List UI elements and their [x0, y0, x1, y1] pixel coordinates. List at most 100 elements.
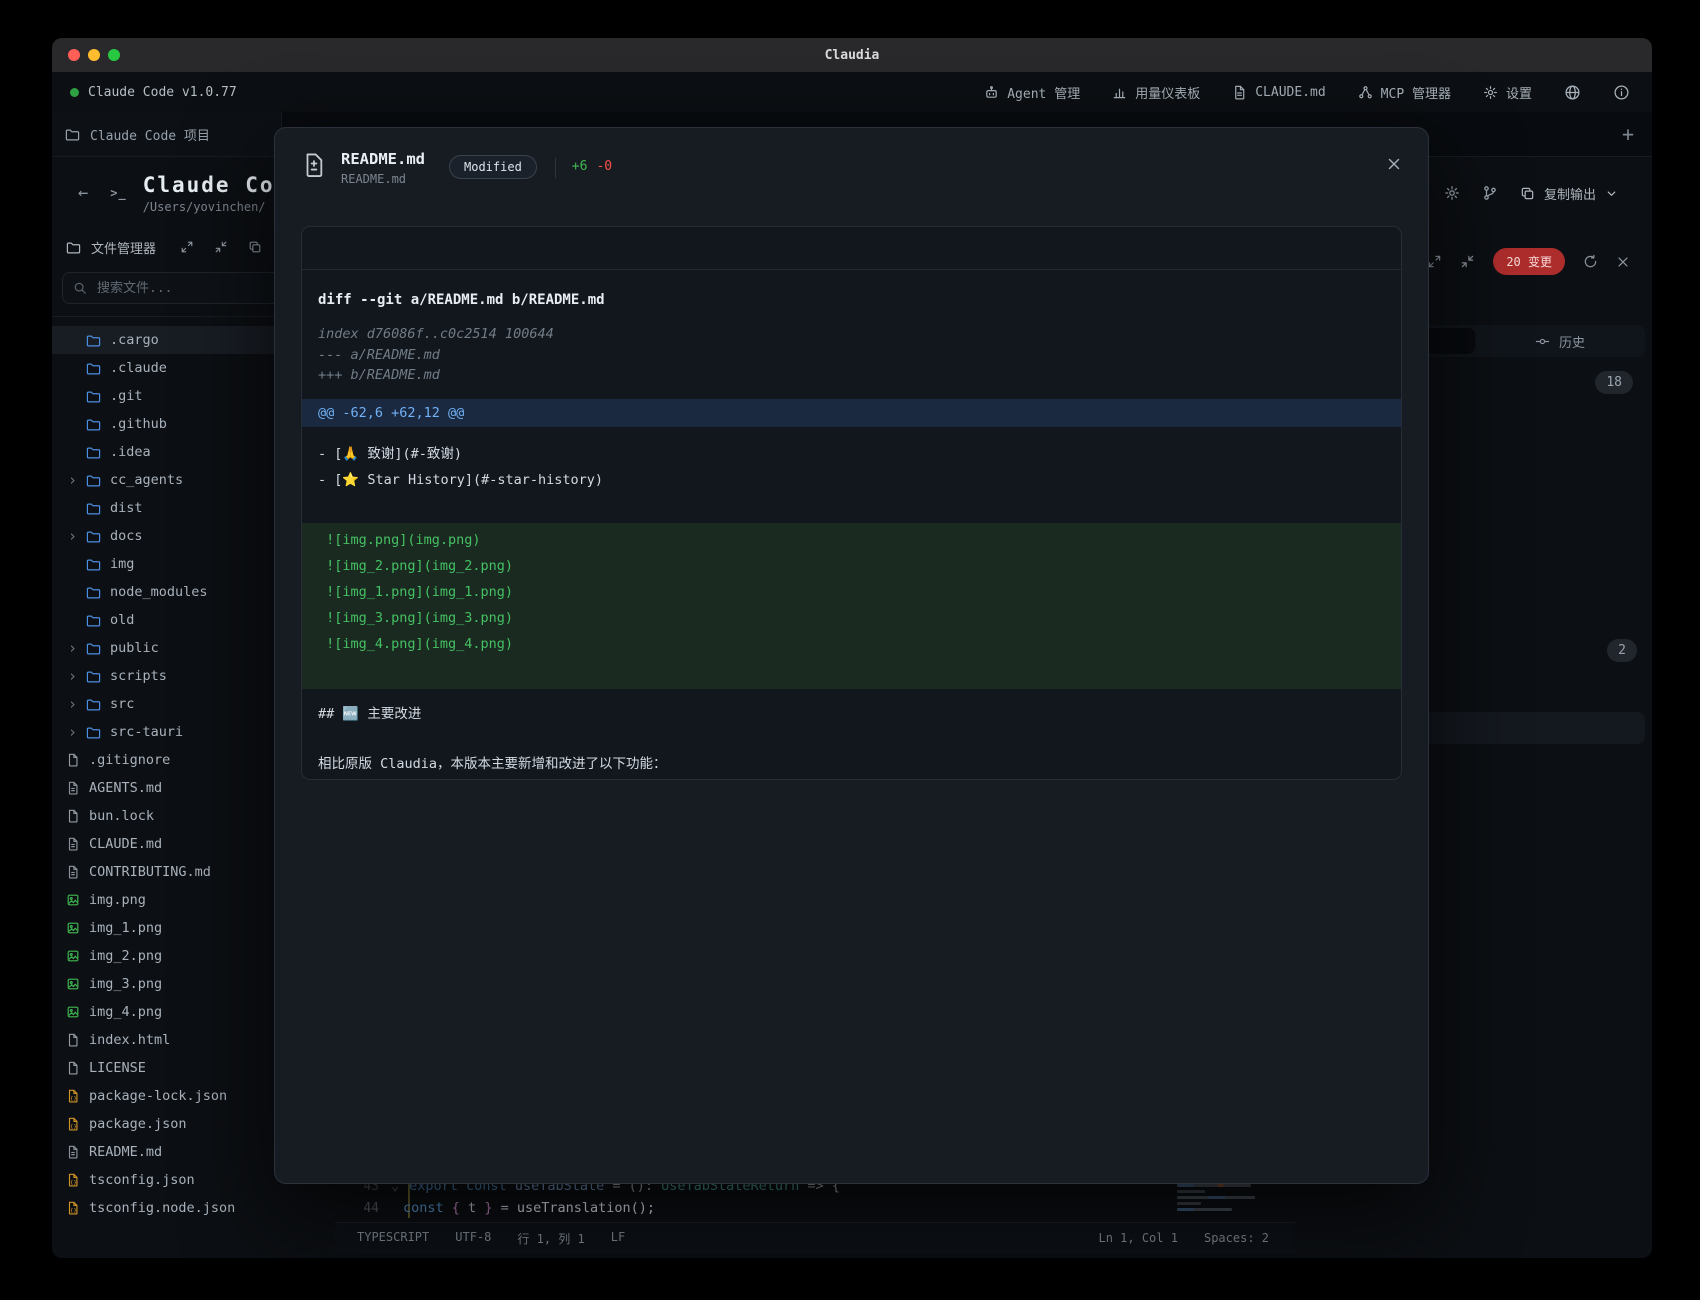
tree-item-label: package.json: [89, 1116, 187, 1132]
tree-item-label: node_modules: [110, 584, 208, 600]
tree-item-label: AGENTS.md: [89, 780, 162, 796]
folder-icon: [86, 361, 101, 376]
chevron-right-icon: ›: [68, 639, 86, 657]
menu-item-label: 设置: [1506, 83, 1532, 102]
traffic-lights: [68, 49, 120, 61]
tree-item-label: .github: [110, 416, 167, 432]
cursor-position-cn: 行 1, 列 1: [517, 1230, 584, 1247]
new-tab-button[interactable]: +: [1622, 124, 1634, 144]
tree-item-label: docs: [110, 528, 143, 544]
file-icon: [66, 1033, 80, 1047]
item-count-badge: 2: [1607, 639, 1637, 662]
folder-icon: [86, 641, 101, 656]
folder-icon: [65, 127, 80, 142]
expand-icon[interactable]: [1427, 254, 1442, 269]
diff-modal: README.md README.md Modified +6 -0 diff …: [274, 127, 1429, 1184]
minimize-window-button[interactable]: [88, 49, 100, 61]
tree-item-label: img.png: [89, 892, 146, 908]
diff-modal-header: README.md README.md Modified +6 -0: [275, 128, 1428, 186]
gear-icon[interactable]: [1444, 185, 1460, 201]
tree-item-label: LICENSE: [89, 1060, 146, 1076]
markdown-file-icon: [66, 1145, 80, 1159]
folder-icon: [86, 473, 101, 488]
image-file-icon: [66, 893, 80, 907]
folder-icon: [86, 529, 101, 544]
refresh-icon[interactable]: [1583, 254, 1598, 269]
menu-item-label: Agent 管理: [1007, 83, 1080, 102]
menu-item-mcp-manager[interactable]: MCP 管理器: [1358, 83, 1451, 102]
copy-output-button[interactable]: 复制输出: [1520, 184, 1618, 203]
divider: [555, 158, 556, 178]
tab-label: Claude Code 项目: [90, 125, 210, 144]
tab-claude-code-project[interactable]: Claude Code 项目: [52, 112, 282, 156]
file-icon: [66, 809, 80, 823]
code-token: }: [476, 1200, 492, 1216]
diff-context-line: - [🙏 致谢](#-致谢): [318, 441, 1385, 467]
eol-indicator: LF: [611, 1230, 625, 1247]
menu-item-label: 用量仪表板: [1135, 83, 1200, 102]
json-file-icon: {}: [66, 1089, 80, 1103]
close-icon[interactable]: [1616, 255, 1630, 269]
tree-item-label: .idea: [110, 444, 151, 460]
diff-hunk-header: @@ -62,6 +62,12 @@: [302, 399, 1401, 427]
tree-item-label: .gitignore: [89, 752, 170, 768]
additions-count: +6: [572, 159, 588, 174]
markdown-file-icon: [66, 781, 80, 795]
code-token: const: [403, 1200, 452, 1216]
statusbar-left: TYPESCRIPT UTF-8 行 1, 列 1 LF: [335, 1230, 625, 1247]
menu-item-usage-dashboard[interactable]: 用量仪表板: [1112, 83, 1200, 102]
diff-after-line: ## 🆕 主要改进: [318, 701, 1385, 727]
menu-item-label: MCP 管理器: [1381, 83, 1451, 102]
tree-item-label: package-lock.json: [89, 1088, 227, 1104]
diff-added-line: ![img_3.png](img_3.png): [318, 605, 1385, 631]
tree-item-label: img_2.png: [89, 948, 162, 964]
collapse-icon[interactable]: [214, 240, 228, 254]
json-file-icon: {}: [66, 1201, 80, 1215]
menu-item-claude-md[interactable]: CLAUDE.md: [1232, 85, 1325, 100]
zoom-window-button[interactable]: [108, 49, 120, 61]
document-icon: [1232, 85, 1247, 100]
expand-icon[interactable]: [180, 240, 194, 254]
copy-icon[interactable]: [248, 240, 262, 254]
changes-count-badge[interactable]: 20 变更: [1493, 248, 1565, 275]
diff-added-line: ![img_1.png](img_1.png): [318, 579, 1385, 605]
tree-item-label: CLAUDE.md: [89, 836, 162, 852]
indentation-setting: Spaces: 2: [1204, 1231, 1269, 1245]
app-version: Claude Code v1.0.77: [70, 85, 237, 100]
modified-badge: Modified: [449, 155, 537, 179]
chevron-right-icon: ›: [68, 667, 86, 685]
markdown-file-icon: [66, 865, 80, 879]
menu-item-agents[interactable]: Agent 管理: [984, 83, 1080, 102]
diff-added-line: ![img.png](img.png): [318, 527, 1385, 553]
tree-item-label: dist: [110, 500, 143, 516]
diff-after: ## 🆕 主要改进相比原版 Claudia，本版本主要新增和改进了以下功能：: [318, 701, 1385, 777]
svg-text:{}: {}: [70, 1208, 77, 1214]
chevron-right-icon: ›: [68, 723, 86, 741]
globe-icon[interactable]: [1564, 84, 1581, 101]
tree-file-row[interactable]: {}tsconfig.node.json: [52, 1194, 335, 1222]
info-icon[interactable]: [1613, 84, 1630, 101]
tab-history[interactable]: 历史: [1475, 332, 1645, 351]
diff-added-empty-line: [318, 657, 1385, 683]
image-file-icon: [66, 1005, 80, 1019]
tree-item-label: index.html: [89, 1032, 170, 1048]
project-header-actions: 复制输出: [1444, 184, 1618, 203]
diff-context-line: - [⭐ Star History](#-star-history): [318, 467, 1385, 493]
deletions-count: -0: [596, 159, 612, 174]
titlebar: Claudia: [52, 38, 1652, 73]
collapse-icon[interactable]: [1460, 254, 1475, 269]
code-line-44: 44const { t } = useTranslation();: [335, 1198, 1295, 1218]
tree-item-label: src-tauri: [110, 724, 183, 740]
commit-icon: [1535, 334, 1550, 349]
close-icon[interactable]: [1386, 156, 1402, 172]
image-file-icon: [66, 949, 80, 963]
menubar: Claude Code v1.0.77 Agent 管理 用量仪表板 CLAUD…: [52, 72, 1652, 112]
close-window-button[interactable]: [68, 49, 80, 61]
diff-after-line: 相比原版 Claudia，本版本主要新增和改进了以下功能：: [318, 751, 1385, 777]
menu-item-settings[interactable]: 设置: [1483, 83, 1532, 102]
git-branch-icon[interactable]: [1482, 185, 1498, 201]
folder-icon: [66, 240, 81, 255]
history-count-badge: 18: [1595, 371, 1633, 394]
back-button[interactable]: ←: [78, 183, 88, 203]
diff-meta: index d76086f..c0c2514 100644--- a/READM…: [318, 324, 1385, 386]
